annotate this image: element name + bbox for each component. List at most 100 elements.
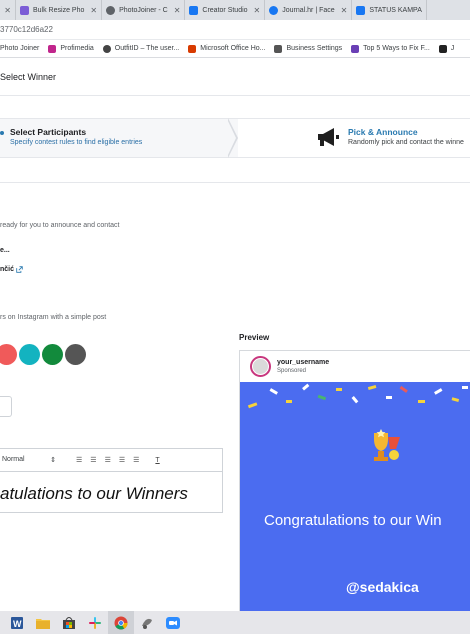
bookmarks-bar: Photo Joiner Profimedia OutfitID – The u…: [0, 40, 470, 58]
step-select-participants[interactable]: Select Participants Specify contest rule…: [0, 119, 236, 157]
color-swatch-gray[interactable]: [65, 344, 86, 365]
winner-entry-text: e...: [0, 247, 10, 254]
step-separator-inner: [227, 119, 236, 157]
winners-ready-text: ready for you to announce and contact: [0, 222, 120, 229]
creator-studio-favicon-icon: [189, 5, 199, 15]
input-field[interactable]: [0, 396, 12, 417]
trophy-icon: [374, 429, 400, 461]
step-title: Select Participants: [10, 127, 87, 137]
color-swatch-teal[interactable]: [19, 344, 40, 365]
winner-name-text: nčić: [0, 266, 15, 273]
chrome-icon[interactable]: [108, 611, 134, 634]
browser-tab-strip: ✕ Bulk Resize Pho ✕ PhotoJoiner - C ✕ Cr…: [0, 0, 470, 20]
megaphone-icon: [318, 128, 339, 146]
bookmark-top-5-ways[interactable]: Top 5 Ways to Fix F...: [351, 44, 430, 53]
bookmark-microsoft-office[interactable]: Microsoft Office Ho...: [188, 44, 265, 53]
section-divider: [0, 182, 470, 183]
zoom-icon[interactable]: [165, 616, 181, 630]
bookmark-j[interactable]: J: [438, 44, 455, 53]
confetti-decoration: [247, 383, 468, 409]
post-header: your_username Sponsored: [240, 351, 470, 382]
close-icon[interactable]: ✕: [4, 6, 11, 15]
slack-icon[interactable]: [87, 616, 103, 630]
bookmark-label: Top 5 Ways to Fix F...: [363, 45, 430, 52]
bullet-list-icon[interactable]: ☰: [90, 456, 96, 464]
bookmark-label: OutfitID – The user...: [114, 45, 180, 52]
photojoiner-favicon-icon: [106, 5, 116, 15]
indent-icon[interactable]: ☰: [119, 456, 125, 464]
format-select[interactable]: Normal ⇕: [2, 456, 56, 464]
text-editor[interactable]: Normal ⇕ ☰ ☰ ☰ ☰ ☰ T atulations to our W…: [0, 448, 223, 513]
office-icon: [188, 44, 197, 53]
browser-tab[interactable]: ✕: [0, 0, 16, 20]
editor-content[interactable]: atulations to our Winners: [0, 472, 222, 504]
page-title: Select Winner: [0, 71, 57, 82]
step-subtitle: Specify contest rules to find eligible e…: [10, 139, 143, 146]
close-icon[interactable]: ✕: [341, 6, 348, 15]
windows-taskbar: W: [0, 611, 470, 634]
word-icon[interactable]: W: [9, 616, 25, 630]
close-icon[interactable]: ✕: [90, 6, 97, 15]
close-icon[interactable]: ✕: [174, 6, 181, 15]
align-icon[interactable]: ☰: [133, 456, 139, 464]
business-settings-icon: [274, 44, 283, 53]
color-swatch-red[interactable]: [0, 344, 17, 365]
bookmark-photo-joiner[interactable]: Photo Joiner: [0, 45, 39, 52]
post-image: Congratulations to our Win @sedakica: [240, 382, 470, 611]
store-icon[interactable]: [61, 616, 77, 630]
tab-label: STATUS KAMPA: [369, 6, 422, 14]
browser-tab[interactable]: PhotoJoiner - C ✕: [102, 0, 186, 20]
post-congrats-text: Congratulations to our Win: [264, 512, 442, 529]
preview-heading: Preview: [239, 333, 270, 342]
top5-icon: [351, 44, 360, 53]
bookmark-business-settings[interactable]: Business Settings: [274, 44, 343, 53]
external-link-icon[interactable]: [16, 266, 23, 273]
app-header: Select Winner: [0, 58, 470, 96]
browser-tab[interactable]: STATUS KAMPA: [352, 0, 427, 20]
instagram-post-preview: your_username Sponsored Congratulations …: [239, 350, 470, 612]
editor-toolbar: Normal ⇕ ☰ ☰ ☰ ☰ ☰ T: [0, 449, 222, 472]
browser-tab[interactable]: Bulk Resize Pho ✕: [16, 0, 103, 20]
tab-label: Creator Studio: [202, 6, 248, 14]
bookmark-label: Business Settings: [286, 45, 343, 52]
file-explorer-icon[interactable]: [35, 616, 51, 630]
browser-tab[interactable]: Creator Studio ✕: [185, 0, 266, 20]
facebook-favicon-icon: [269, 5, 279, 15]
color-swatch-green[interactable]: [42, 344, 63, 365]
browser-tab[interactable]: Journal.hr | Face ✕: [265, 0, 353, 20]
share-instagram-text: rs on Instagram with a simple post: [0, 314, 107, 321]
tab-label: Bulk Resize Pho: [33, 6, 85, 14]
post-username: your_username: [277, 359, 330, 366]
bookmark-profimedia[interactable]: Profimedia: [48, 44, 94, 53]
bookmark-label: J: [450, 45, 455, 52]
svg-text:W: W: [13, 619, 22, 629]
post-sponsored: Sponsored: [277, 368, 307, 374]
color-swatches: [0, 344, 88, 365]
profimedia-icon: [48, 44, 57, 53]
step-title: Pick & Announce: [348, 127, 418, 137]
select-arrows-icon: ⇕: [50, 457, 56, 464]
tab-label: PhotoJoiner - C: [119, 6, 168, 14]
clear-format-icon[interactable]: T: [155, 457, 159, 464]
step-dot-icon: [0, 131, 4, 135]
ordered-list-icon[interactable]: ☰: [76, 456, 82, 464]
bulk-resize-favicon-icon: [20, 5, 29, 15]
bookmark-outfitid[interactable]: OutfitID – The user...: [102, 44, 180, 53]
status-favicon-icon: [356, 5, 366, 15]
outfitid-icon: [102, 44, 111, 53]
step-pick-announce[interactable]: Pick & Announce Randomly pick and contac…: [238, 119, 470, 157]
post-handle-text: @sedakica: [346, 579, 419, 595]
address-bar[interactable]: 3770c12d6a22: [0, 20, 470, 40]
step-subtitle: Randomly pick and contact the winne: [348, 139, 464, 146]
tab-label: Journal.hr | Face: [282, 6, 335, 14]
close-icon[interactable]: ✕: [254, 6, 261, 15]
bookmark-label: Photo Joiner: [0, 45, 40, 52]
list-buttons: ☰ ☰ ☰ ☰ ☰: [68, 456, 139, 464]
wizard-steps: Select Participants Specify contest rule…: [0, 118, 470, 158]
url-text: 3770c12d6a22: [0, 25, 53, 34]
avatar: [250, 356, 271, 377]
app-icon[interactable]: [139, 616, 155, 630]
bookmark-j-icon: [438, 44, 447, 53]
outdent-icon[interactable]: ☰: [105, 456, 111, 464]
winner-name[interactable]: nčić: [0, 266, 23, 273]
